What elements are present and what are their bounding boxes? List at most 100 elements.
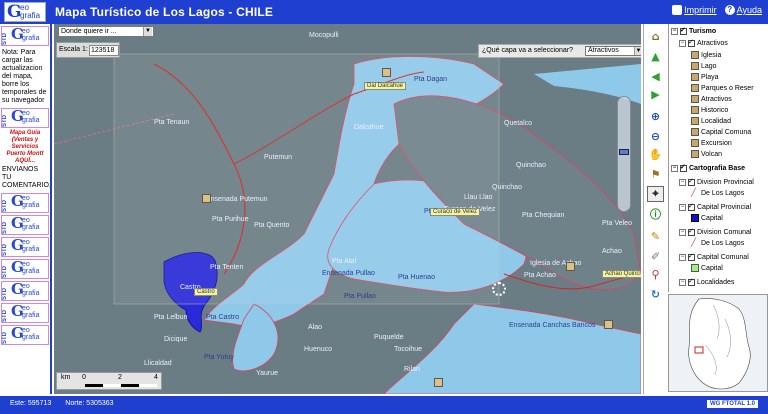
std-logo-3[interactable]: STD G eo grafia [1,192,49,213]
zoom-out-icon[interactable]: ⊖ [647,128,664,144]
checkbox[interactable] [688,202,695,211]
map-label: Ensenada Pullao [322,270,375,277]
tree-div-com[interactable]: − Division Comunal [679,227,751,237]
church-pin[interactable] [382,68,391,77]
arrow-right-icon[interactable]: ▶ [647,86,664,102]
place-tag[interactable]: Curaco de Velez [430,208,481,216]
attraction-pin[interactable] [202,194,211,203]
tree-atractivos[interactable]: − Atractivos [679,38,728,48]
map-label: Puquelde [374,334,404,341]
std-logo-2[interactable]: STD G eo grafia [1,107,49,128]
legend-label: Lago [701,62,717,70]
tree-label: Localidades [697,278,735,286]
map-canvas[interactable]: Pta Dagan Ensenada Pullao Pta Pullao Pta Hu… [54,24,641,394]
coord-norte: Norte: 5305363 [65,400,114,407]
collapse-icon[interactable]: − [679,39,686,47]
map-label: Quinchao [516,162,546,169]
volcano-icon [691,150,699,158]
place-tag[interactable]: Achao Quinchao [602,270,641,278]
tree-cap-prov[interactable]: − Capital Provincial [679,202,751,212]
tree-cap-com[interactable]: − Capital Comunal [679,252,749,262]
std-logo-7[interactable]: STD G eo grafia [1,280,49,301]
map-label: Pta Tenaun [154,119,190,126]
place-tag[interactable]: Castro [194,288,218,296]
std-logo-9[interactable]: STD G eo grafia [1,324,49,345]
pan-hand-icon[interactable]: ✋ [647,146,664,162]
identify-icon[interactable]: ⌖ [647,186,664,202]
attraction-icon [691,95,699,103]
info-icon[interactable]: ⓘ [647,206,664,222]
layer-select[interactable]: Atractivos ▼ [585,46,641,56]
select-icon[interactable]: ⚑ [647,166,664,182]
church-pin[interactable] [566,262,575,271]
legend-label: Parques o Reser [701,84,754,92]
collapse-icon[interactable]: − [671,27,678,35]
legend-label: Atractivos [701,95,732,103]
beach-icon [691,73,699,81]
collapse-icon[interactable]: − [679,278,686,286]
tree-turismo[interactable]: − Turismo [671,26,716,36]
checkbox[interactable] [688,277,695,286]
checkbox[interactable] [688,227,695,236]
history-icon [691,106,699,114]
zoom-in-icon[interactable]: ⊕ [647,108,664,124]
zoom-slider-knob[interactable] [619,149,629,155]
checkbox[interactable] [680,26,687,35]
comment-link[interactable]: ENVIANOS TU COMENTARIO. [0,165,50,191]
map-label: Pta Quento [254,222,290,229]
map-label: Dalcahue [354,124,384,131]
draw-icon[interactable]: ✐ [647,248,664,264]
church-pin[interactable] [434,378,443,387]
place-tag[interactable]: Dal Dalcahue [364,82,407,90]
measure-icon[interactable]: ✎ [647,228,664,244]
std-logo-8[interactable]: STD G eo grafia [1,302,49,323]
std-logo-4[interactable]: STD G eo grafia [1,214,49,235]
std-text: STD [2,115,8,127]
layer-selector: ¿Qué capa va a seleccionar? Atractivos ▼ [478,44,641,58]
legend-item: Localidad [691,116,731,126]
arrow-left-icon[interactable]: ◀ [647,68,664,84]
std-logo-5[interactable]: STD G eo grafia [1,236,49,257]
tree-localidades[interactable]: − Localidades [679,277,734,287]
guide-link[interactable]: Mapa Guía (Ventas y Servicios Puerto Mon… [0,130,50,165]
overview-map[interactable] [668,294,768,392]
collapse-icon[interactable]: − [679,228,686,236]
std-logo-text: eo grafia [22,305,40,319]
arrow-up-icon[interactable]: ▲ [647,48,664,64]
print-link[interactable]: Imprimir [672,5,717,15]
map-label: Huenuco [304,346,333,353]
std-text: STD [2,288,8,300]
collapse-icon[interactable]: − [671,164,678,172]
help-link[interactable]: ? Ayuda [724,5,762,15]
zoom-slider[interactable] [617,96,631,212]
capital-icon [691,128,699,136]
church-pin[interactable] [604,320,613,329]
overview-land [688,298,751,390]
std-text: STD [2,266,8,278]
collapse-icon[interactable]: − [679,253,686,261]
collapse-icon[interactable]: − [679,203,686,211]
tree-div-prov[interactable]: − Division Provincial [679,177,754,187]
checkbox[interactable] [688,38,695,47]
legend-label: Historico [701,106,729,114]
map-label: Quetalco [504,120,533,127]
tree-carto[interactable]: − Cartografia Base [671,163,745,173]
checkbox[interactable] [688,177,695,186]
lake-icon [691,62,699,70]
home-icon[interactable]: ⌂ [647,28,664,44]
map-label: Pta Veleo [602,220,632,227]
checkbox[interactable] [680,163,687,172]
scale-input[interactable] [89,45,119,56]
pin-icon[interactable]: ⚲ [647,266,664,282]
tree-label: Capital Provincial [697,203,752,211]
std-logo[interactable]: STD G eo grafia [1,25,49,46]
std-logo-text: eo grafia [22,217,40,231]
legend-item: Lago [691,61,717,71]
std-text: STD [2,200,8,212]
collapse-icon[interactable]: − [679,178,686,186]
std-logo-6[interactable]: STD G eo grafia [1,258,49,279]
refresh-icon[interactable]: ↻ [647,286,664,302]
scalebar-tick: 0 [82,374,86,381]
checkbox[interactable] [688,252,695,261]
destination-select[interactable]: Donde quiere ir ... ▼ [58,26,154,37]
